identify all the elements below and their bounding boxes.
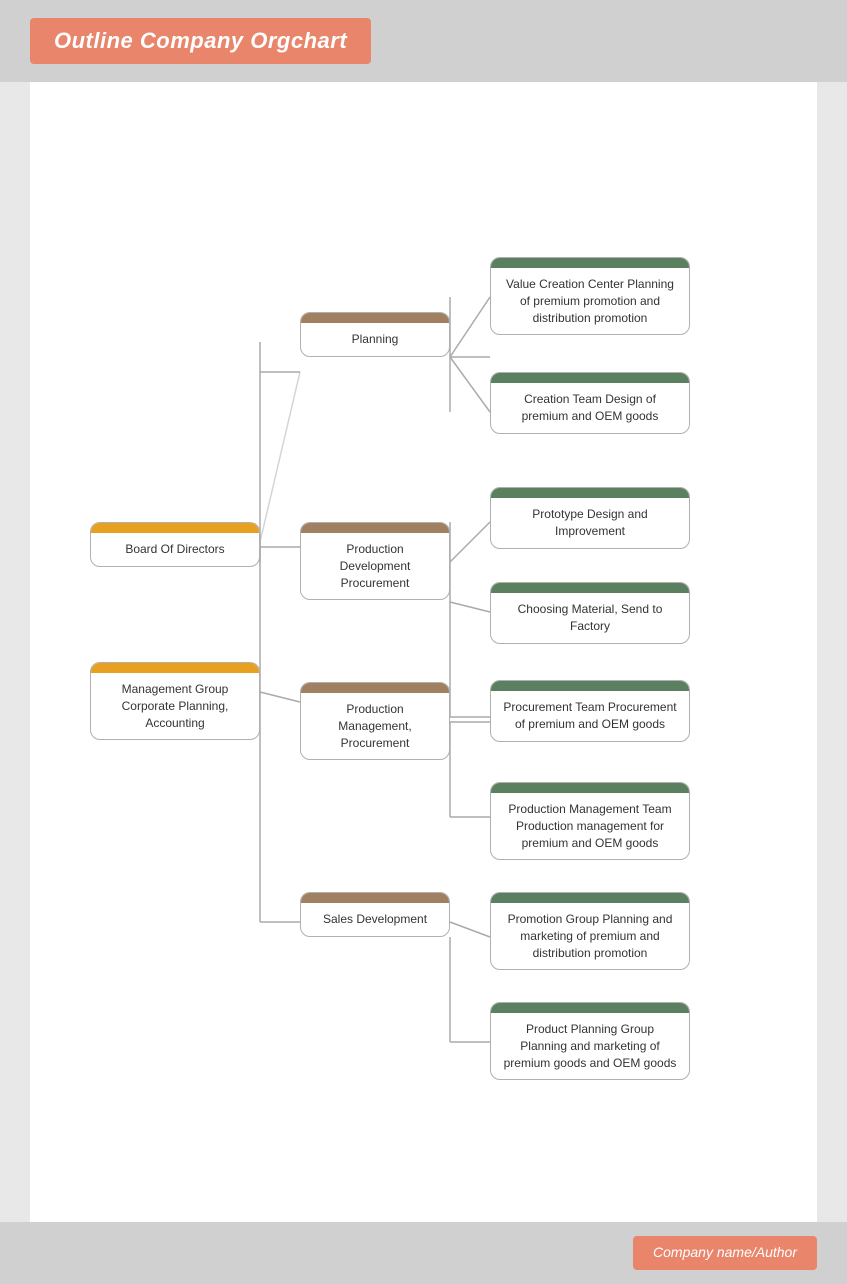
procurement-accent <box>491 681 689 691</box>
prototype-label: Prototype Design and Improvement <box>491 498 689 548</box>
node-promotion: Promotion Group Planning and marketing o… <box>490 892 690 970</box>
prod-mgmt-accent <box>301 683 449 693</box>
board-label: Board Of Directors <box>91 533 259 566</box>
prod-dev-accent <box>301 523 449 533</box>
management-accent <box>91 663 259 673</box>
prod-mgmt-team-accent <box>491 783 689 793</box>
prototype-accent <box>491 488 689 498</box>
promotion-label: Promotion Group Planning and marketing o… <box>491 903 689 969</box>
node-material: Choosing Material, Send to Factory <box>490 582 690 644</box>
prod-dev-label: Production Development Procurement <box>301 533 449 599</box>
node-creation-team: Creation Team Design of premium and OEM … <box>490 372 690 434</box>
value-accent <box>491 258 689 268</box>
header: Outline Company Orgchart <box>0 0 847 82</box>
prod-mgmt-team-label: Production Management Team Production ma… <box>491 793 689 859</box>
node-prod-dev: Production Development Procurement <box>300 522 450 600</box>
node-board: Board Of Directors <box>90 522 260 567</box>
node-value-creation: Value Creation Center Planning of premiu… <box>490 257 690 335</box>
main-content: Board Of Directors Management Group Corp… <box>30 82 817 1222</box>
node-sales: Sales Development <box>300 892 450 937</box>
product-planning-label: Product Planning Group Planning and mark… <box>491 1013 689 1079</box>
sales-accent <box>301 893 449 903</box>
node-prototype: Prototype Design and Improvement <box>490 487 690 549</box>
material-label: Choosing Material, Send to Factory <box>491 593 689 643</box>
procurement-label: Procurement Team Procurement of premium … <box>491 691 689 741</box>
orgchart: Board Of Directors Management Group Corp… <box>30 102 817 1202</box>
material-accent <box>491 583 689 593</box>
title-box: Outline Company Orgchart <box>30 18 371 64</box>
management-label: Management Group Corporate Planning, Acc… <box>91 673 259 739</box>
connector-lines <box>30 102 817 1202</box>
value-label: Value Creation Center Planning of premiu… <box>491 268 689 334</box>
promotion-accent <box>491 893 689 903</box>
creation-label: Creation Team Design of premium and OEM … <box>491 383 689 433</box>
planning-accent <box>301 313 449 323</box>
board-accent <box>91 523 259 533</box>
creation-accent <box>491 373 689 383</box>
node-prod-mgmt-team: Production Management Team Production ma… <box>490 782 690 860</box>
node-management: Management Group Corporate Planning, Acc… <box>90 662 260 740</box>
node-product-planning: Product Planning Group Planning and mark… <box>490 1002 690 1080</box>
page-title: Outline Company Orgchart <box>54 28 347 53</box>
footer-label: Company name/Author <box>653 1244 797 1260</box>
product-planning-accent <box>491 1003 689 1013</box>
sales-label: Sales Development <box>301 903 449 936</box>
prod-mgmt-label: Production Management, Procurement <box>301 693 449 759</box>
node-procurement-team: Procurement Team Procurement of premium … <box>490 680 690 742</box>
node-planning: Planning <box>300 312 450 357</box>
planning-label: Planning <box>301 323 449 356</box>
node-prod-mgmt: Production Management, Procurement <box>300 682 450 760</box>
footer: Company name/Author <box>0 1222 847 1284</box>
